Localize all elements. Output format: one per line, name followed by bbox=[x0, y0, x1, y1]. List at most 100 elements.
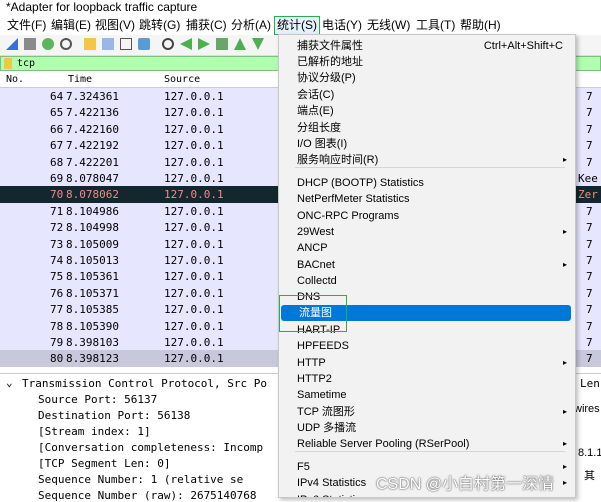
stats-menu-item[interactable]: 分组长度 bbox=[279, 120, 575, 136]
tcp-tree-expander[interactable]: ⌄ bbox=[6, 376, 13, 389]
save-file-icon[interactable] bbox=[102, 38, 114, 50]
stats-menu-item[interactable]: 捕获文件属性 Ctrl+Alt+Shift+C bbox=[279, 38, 575, 54]
restart-capture-icon[interactable] bbox=[42, 38, 54, 50]
detail-line[interactable]: [Stream index: 1] bbox=[38, 425, 151, 438]
cell-no: 79 bbox=[50, 336, 64, 349]
first-packet-icon[interactable] bbox=[234, 38, 246, 50]
menu-item-label: 协议分级(P) bbox=[297, 72, 356, 84]
cell-no: 69 bbox=[50, 172, 64, 185]
menu-item-label: Sametime bbox=[297, 389, 347, 401]
column-source[interactable]: Source bbox=[164, 74, 200, 85]
open-file-icon[interactable] bbox=[84, 38, 96, 50]
capture-options-icon[interactable] bbox=[60, 38, 72, 50]
cell-source: 127.0.0.1 bbox=[164, 286, 224, 300]
menu-view[interactable]: 视图(V) bbox=[93, 17, 137, 34]
cell-info-truncated: 7 bbox=[586, 303, 593, 317]
cell-info-truncated: 7 bbox=[586, 221, 593, 235]
go-forward-icon[interactable] bbox=[198, 38, 210, 50]
cell-source: 127.0.0.1 bbox=[164, 122, 224, 136]
detail-line[interactable]: [Conversation completeness: Incomp bbox=[38, 441, 263, 454]
stats-menu-item[interactable]: HPFEEDS bbox=[279, 338, 575, 354]
column-no[interactable]: No. bbox=[6, 74, 24, 85]
menu-edit[interactable]: 编辑(E) bbox=[49, 17, 93, 34]
menu-analyze[interactable]: 分析(A) bbox=[229, 17, 273, 34]
stats-menu-item[interactable]: 29West ▸ bbox=[279, 224, 575, 240]
menu-item-label: 服务响应时间(R) bbox=[297, 154, 379, 166]
menu-item-label: TCP 流图形 bbox=[297, 406, 355, 418]
cell-no: 66 bbox=[50, 122, 64, 136]
menu-tools[interactable]: 工具(T) bbox=[414, 17, 457, 34]
stats-menu-item[interactable]: ONC-RPC Programs bbox=[279, 208, 575, 224]
cell-info-truncated: Kee bbox=[578, 172, 598, 185]
display-filter-input[interactable]: tcp bbox=[17, 57, 35, 70]
detail-line[interactable]: Transmission Control Protocol, Src Po bbox=[22, 377, 267, 390]
menu-item-label: DHCP (BOOTP) Statistics bbox=[297, 177, 424, 189]
cell-source: 127.0.0.1 bbox=[164, 352, 224, 366]
menu-telephony[interactable]: 电话(Y) bbox=[320, 17, 364, 34]
cell-no: 78 bbox=[50, 319, 64, 333]
stats-menu-item[interactable]: UDP 多播流 bbox=[279, 420, 575, 436]
cell-no: 71 bbox=[50, 204, 64, 218]
close-file-icon[interactable] bbox=[120, 38, 132, 50]
cell-no: 80 bbox=[50, 352, 64, 366]
cell-info-truncated: 7 bbox=[586, 270, 593, 284]
cell-time: 8.104986 bbox=[66, 204, 119, 218]
menu-item-label: 分组长度 bbox=[297, 122, 341, 134]
cell-info-truncated: 7 bbox=[586, 90, 593, 103]
cell-time: 8.105013 bbox=[66, 254, 119, 267]
stats-menu-item[interactable]: Reliable Server Pooling (RSerPool) ▸ bbox=[279, 436, 575, 452]
cell-time: 7.422192 bbox=[66, 139, 119, 153]
stats-menu-item[interactable]: 已解析的地址 bbox=[279, 54, 575, 70]
stats-menu-item[interactable]: I/O 图表(I) bbox=[279, 136, 575, 152]
stats-menu-item[interactable]: 协议分级(P) bbox=[279, 70, 575, 86]
bookmark-icon[interactable] bbox=[4, 58, 12, 69]
detail-line[interactable]: Sequence Number: 1 (relative se bbox=[38, 473, 243, 486]
go-back-icon[interactable] bbox=[180, 38, 192, 50]
menu-help[interactable]: 帮助(H) bbox=[458, 17, 503, 34]
menu-bar: 文件(F) 编辑(E) 视图(V) 跳转(G) 捕获(C) 分析(A) 统计(S… bbox=[0, 16, 601, 35]
stats-menu-item[interactable]: HTTP2 bbox=[279, 371, 575, 387]
cell-source: 127.0.0.1 bbox=[164, 204, 224, 218]
detail-line[interactable]: [TCP Segment Len: 0] bbox=[38, 457, 170, 470]
stats-menu-item[interactable]: DHCP (BOOTP) Statistics bbox=[279, 175, 575, 191]
menu-wireless[interactable]: 无线(W) bbox=[365, 17, 412, 34]
detail-line[interactable]: Source Port: 56137 bbox=[38, 393, 157, 406]
cell-time: 8.105009 bbox=[66, 237, 119, 251]
detail-line[interactable]: Sequence Number (raw): 2675140768 bbox=[38, 489, 257, 502]
stats-menu-item[interactable]: 服务响应时间(R) ▸ bbox=[279, 152, 575, 168]
cell-source: 127.0.0.1 bbox=[164, 303, 224, 317]
submenu-arrow-icon: ▸ bbox=[562, 478, 567, 487]
reload-icon[interactable] bbox=[138, 38, 150, 50]
menu-item-label: UDP 多播流 bbox=[297, 422, 357, 434]
cell-info-truncated: Zer bbox=[578, 188, 598, 202]
cell-source: 127.0.0.1 bbox=[164, 319, 224, 333]
menu-capture[interactable]: 捕获(C) bbox=[184, 17, 229, 34]
last-packet-icon[interactable] bbox=[252, 38, 264, 50]
stats-menu-item[interactable]: 会话(C) bbox=[279, 87, 575, 103]
stop-capture-icon[interactable] bbox=[24, 38, 36, 50]
stats-menu-item[interactable]: Collectd bbox=[279, 273, 575, 289]
menu-go[interactable]: 跳转(G) bbox=[137, 17, 182, 34]
stats-menu-item[interactable]: BACnet ▸ bbox=[279, 257, 575, 273]
column-time[interactable]: Time bbox=[68, 74, 92, 85]
stats-menu-item[interactable]: ANCP bbox=[279, 240, 575, 256]
find-packet-icon[interactable] bbox=[162, 38, 174, 50]
detail-right-text: Len bbox=[580, 377, 600, 390]
detail-line[interactable]: Destination Port: 56138 bbox=[38, 409, 190, 422]
submenu-arrow-icon: ▸ bbox=[562, 462, 567, 471]
menu-item-label: 捕获文件属性 bbox=[297, 40, 363, 52]
cell-info-truncated: 7 bbox=[586, 352, 593, 366]
menu-statistics[interactable]: 统计(S) bbox=[274, 16, 320, 35]
stats-menu-item[interactable]: NetPerfMeter Statistics bbox=[279, 191, 575, 207]
stats-menu-item[interactable]: HTTP ▸ bbox=[279, 355, 575, 371]
cell-time: 7.324361 bbox=[66, 90, 119, 103]
shark-fin-start-icon[interactable] bbox=[6, 38, 18, 50]
stats-menu-item[interactable]: 端点(E) bbox=[279, 103, 575, 119]
menu-file[interactable]: 文件(F) bbox=[5, 17, 48, 34]
menu-item-label: 端点(E) bbox=[297, 105, 334, 117]
stats-menu-item[interactable]: TCP 流图形 ▸ bbox=[279, 404, 575, 420]
go-to-packet-icon[interactable] bbox=[216, 38, 228, 50]
stats-menu-item[interactable]: Sametime bbox=[279, 387, 575, 403]
cell-source: 127.0.0.1 bbox=[164, 188, 224, 202]
submenu-arrow-icon: ▸ bbox=[562, 260, 567, 269]
